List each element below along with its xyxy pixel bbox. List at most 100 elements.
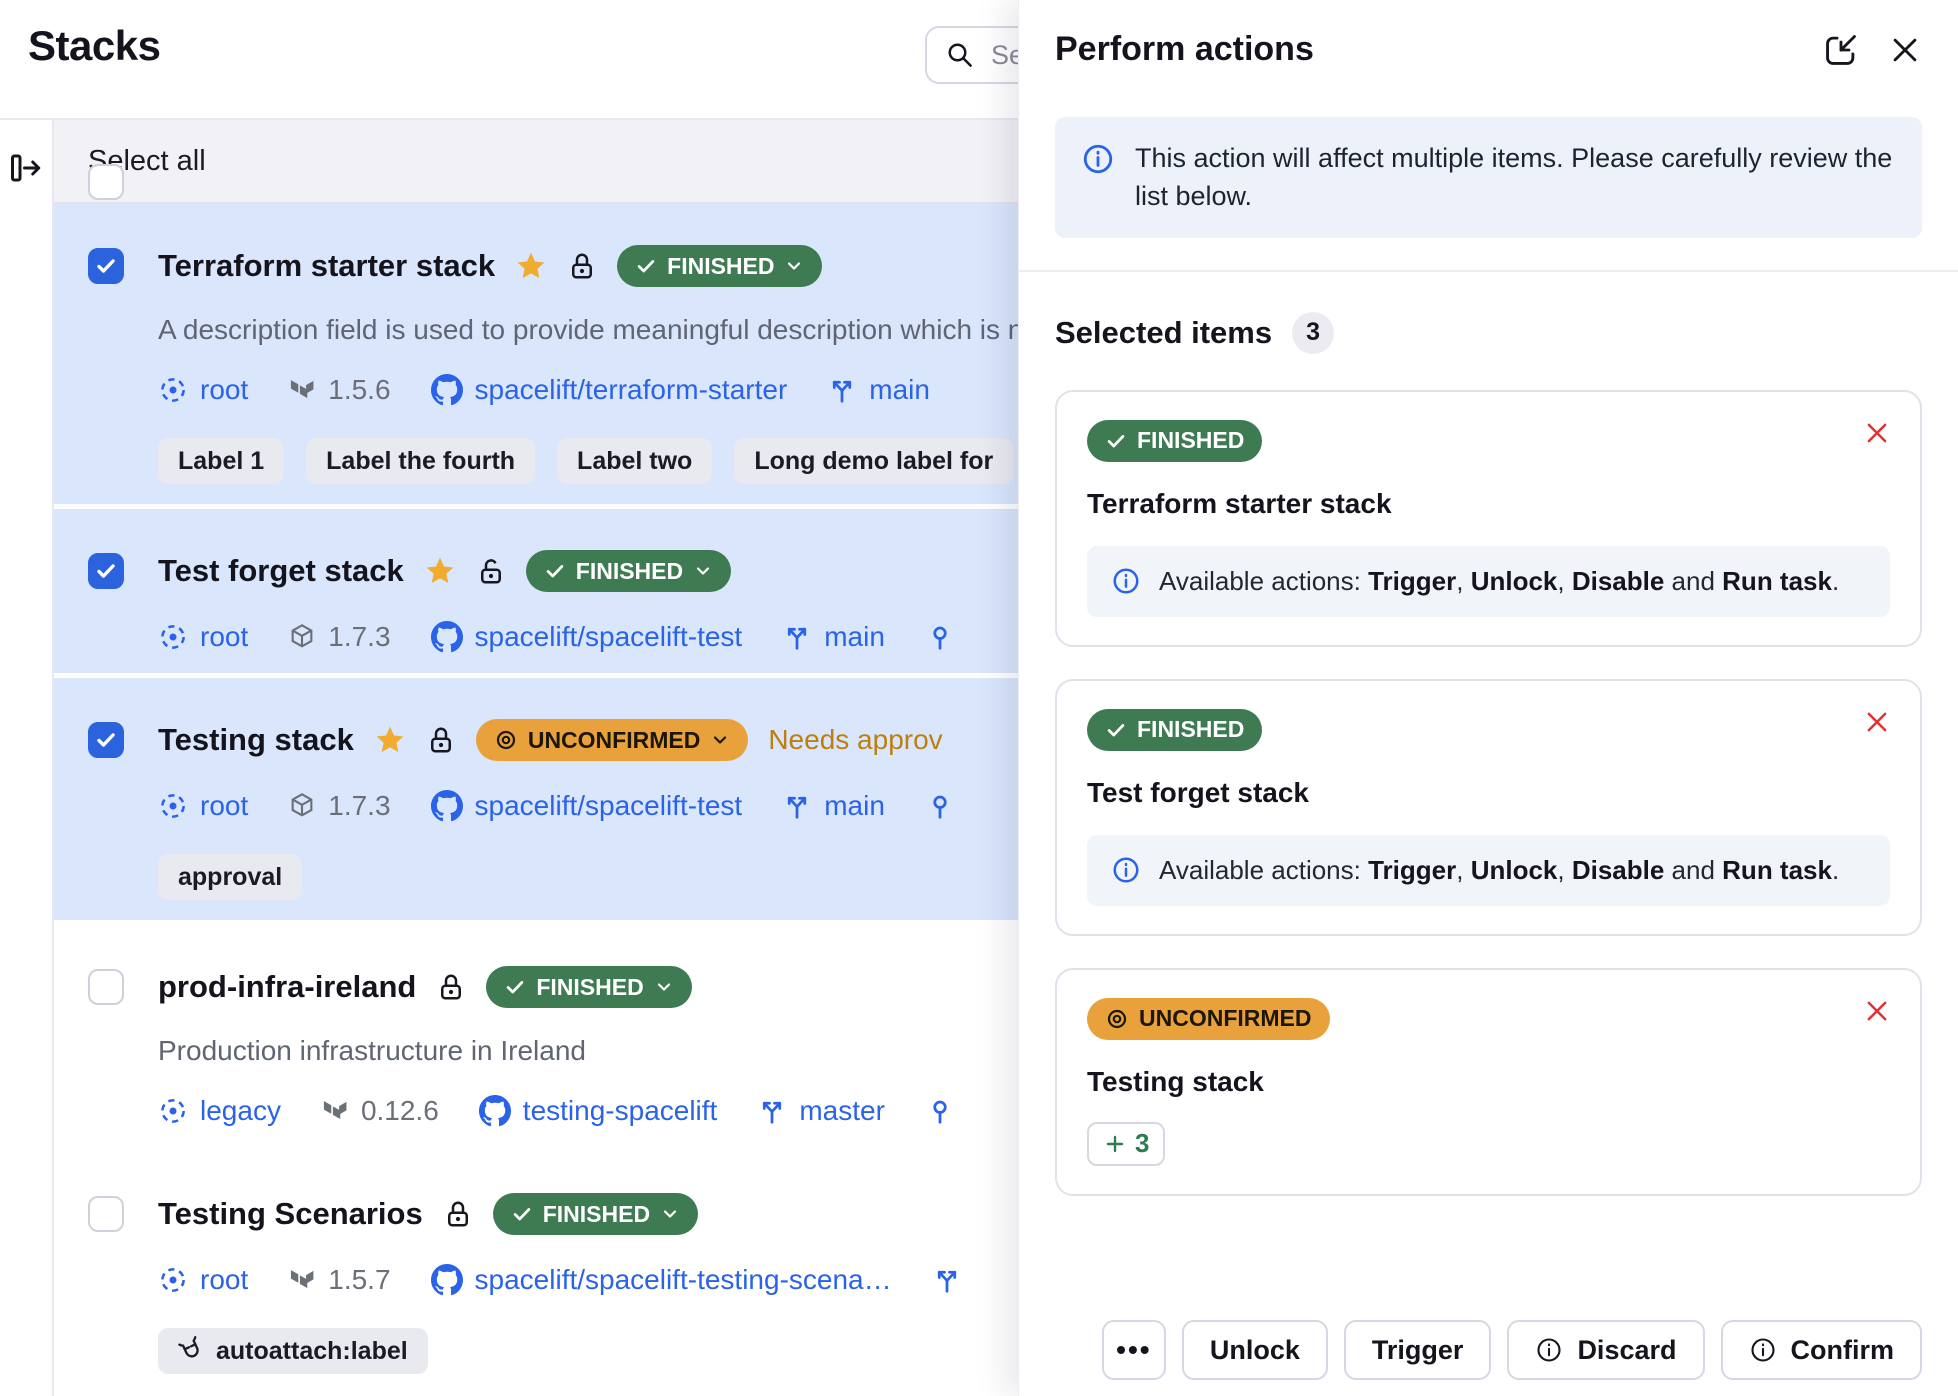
space-link[interactable]: legacy: [158, 1095, 281, 1127]
label-pill[interactable]: Label the fourth: [306, 438, 535, 484]
more-labels-chip[interactable]: 3: [1087, 1122, 1165, 1166]
lock-icon: [436, 972, 466, 1002]
autoattach-label-pill[interactable]: autoattach:label: [158, 1328, 428, 1374]
unlock-icon: [476, 556, 506, 586]
repo-link[interactable]: testing-spacelift: [479, 1095, 718, 1127]
github-icon: [431, 790, 463, 822]
discard-button[interactable]: Discard: [1507, 1320, 1704, 1380]
terraform-icon: [288, 1266, 316, 1294]
select-all-checkbox[interactable]: [88, 164, 124, 200]
terraform-icon: [288, 376, 316, 404]
info-icon: [1535, 1336, 1563, 1364]
repo-link[interactable]: spacelift/spacelift-test: [431, 621, 743, 653]
commit-icon[interactable]: [925, 622, 955, 652]
status-badge-unconfirmed[interactable]: UNCONFIRMED: [476, 719, 749, 761]
label-pill[interactable]: Long demo label for: [734, 438, 1013, 484]
unlock-button[interactable]: Unlock: [1182, 1320, 1328, 1380]
star-icon[interactable]: [515, 250, 547, 282]
space-link[interactable]: root: [158, 1264, 248, 1296]
check-icon: [635, 255, 657, 277]
confirm-button[interactable]: Confirm: [1721, 1320, 1923, 1380]
status-badge-unconfirmed: UNCONFIRMED: [1087, 998, 1330, 1040]
tool-version: 1.5.6: [288, 374, 390, 406]
collapse-panel-icon[interactable]: [1822, 31, 1860, 69]
repo-link[interactable]: spacelift/spacelift-testing-scena…: [431, 1264, 892, 1296]
multi-item-notice: This action will affect multiple items. …: [1055, 117, 1922, 238]
branch-link[interactable]: main: [782, 621, 885, 653]
plus-icon: [1103, 1132, 1127, 1156]
row-checkbox[interactable]: [88, 969, 124, 1005]
star-icon[interactable]: [424, 555, 456, 587]
branch-icon: [782, 791, 812, 821]
repo-link[interactable]: spacelift/terraform-starter: [431, 374, 788, 406]
branch-link[interactable]: master: [757, 1095, 885, 1127]
lock-icon: [443, 1199, 473, 1229]
branch-icon[interactable]: [932, 1265, 962, 1295]
row-checkbox[interactable]: [88, 553, 124, 589]
terraform-icon: [321, 1097, 349, 1125]
selected-item-card: FINISHED Test forget stack Available act…: [1055, 679, 1922, 936]
stack-title[interactable]: Terraform starter stack: [158, 248, 495, 284]
info-icon: [1081, 142, 1115, 176]
trigger-button[interactable]: Trigger: [1344, 1320, 1492, 1380]
repo-link[interactable]: spacelift/spacelift-test: [431, 790, 743, 822]
commit-icon[interactable]: [925, 791, 955, 821]
space-link[interactable]: root: [158, 790, 248, 822]
remove-item-icon[interactable]: [1862, 418, 1892, 448]
expand-sidebar-icon[interactable]: [8, 150, 44, 186]
stack-row-test-forget[interactable]: Test forget stack FINISHED root: [54, 509, 1018, 673]
tool-version: 1.7.3: [288, 790, 390, 822]
space-icon: [158, 1265, 188, 1295]
status-badge-finished[interactable]: FINISHED: [526, 550, 731, 592]
github-icon: [431, 1264, 463, 1296]
commit-icon[interactable]: [925, 1096, 955, 1126]
stack-title[interactable]: prod-infra-ireland: [158, 969, 416, 1005]
status-badge-finished[interactable]: FINISHED: [493, 1193, 698, 1235]
remove-item-icon[interactable]: [1862, 707, 1892, 737]
label-pill[interactable]: approval: [158, 854, 302, 900]
github-icon: [479, 1095, 511, 1127]
status-badge-finished[interactable]: FINISHED: [486, 966, 691, 1008]
stack-row-testing-stack[interactable]: Testing stack UNCONFIRMED Needs approv r: [54, 678, 1018, 920]
stack-title[interactable]: Testing stack: [158, 722, 354, 758]
available-actions-strip: Available actions: Trigger, Unlock, Disa…: [1087, 546, 1890, 617]
label-pill[interactable]: Label 1: [158, 438, 284, 484]
check-icon: [1105, 719, 1127, 741]
remove-item-icon[interactable]: [1862, 996, 1892, 1026]
stack-row-testing-scenarios[interactable]: Testing Scenarios FINISHED root 1.5.7: [54, 1152, 1018, 1394]
space-link[interactable]: root: [158, 621, 248, 653]
card-stack-title: Test forget stack: [1087, 777, 1890, 809]
star-icon[interactable]: [374, 724, 406, 756]
stack-description: Production infrastructure in Ireland: [158, 1035, 1018, 1067]
chevron-down-icon: [693, 561, 713, 581]
space-link[interactable]: root: [158, 374, 248, 406]
magnet-icon: [173, 1332, 210, 1369]
lock-icon: [426, 725, 456, 755]
card-stack-title: Terraform starter stack: [1087, 488, 1890, 520]
close-icon[interactable]: [1888, 33, 1922, 67]
lock-icon: [567, 251, 597, 281]
stack-row-terraform-starter[interactable]: Terraform starter stack FINISHED A descr…: [54, 204, 1018, 504]
stack-title[interactable]: Test forget stack: [158, 553, 404, 589]
branch-link[interactable]: main: [827, 374, 930, 406]
label-pill[interactable]: Label two: [557, 438, 712, 484]
status-badge-finished[interactable]: FINISHED: [617, 245, 822, 287]
row-checkbox[interactable]: [88, 248, 124, 284]
notice-text: This action will affect multiple items. …: [1135, 139, 1896, 216]
stack-row-prod-infra-ireland[interactable]: prod-infra-ireland FINISHED Production i…: [54, 925, 1018, 1147]
space-icon: [158, 622, 188, 652]
branch-link[interactable]: main: [782, 790, 885, 822]
app-root: Stacks Select all Terraform starter stac…: [0, 0, 1958, 1396]
row-checkbox[interactable]: [88, 722, 124, 758]
stack-title[interactable]: Testing Scenarios: [158, 1196, 423, 1232]
check-icon: [504, 976, 526, 998]
tool-version: 1.7.3: [288, 621, 390, 653]
row-checkbox[interactable]: [88, 1196, 124, 1232]
tool-version: 0.12.6: [321, 1095, 439, 1127]
more-actions-button[interactable]: •••: [1102, 1320, 1166, 1380]
github-icon: [431, 374, 463, 406]
info-icon: [1111, 855, 1141, 885]
stack-description: A description field is used to provide m…: [158, 314, 1018, 346]
selected-items-heading: Selected items: [1055, 315, 1272, 351]
search-icon: [945, 40, 975, 70]
